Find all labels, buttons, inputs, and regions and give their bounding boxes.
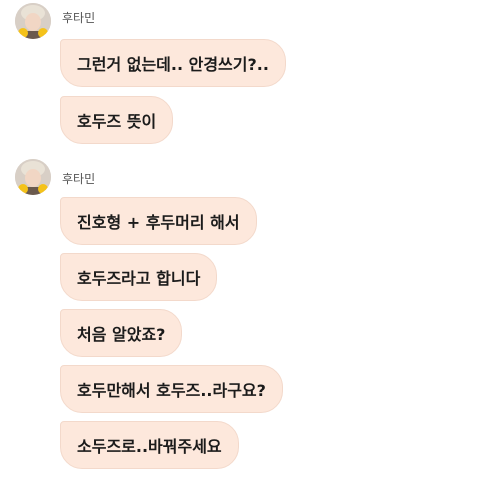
message-bubble[interactable]: 호두즈 뜻이 <box>60 96 174 144</box>
avatar-image <box>15 3 51 39</box>
message-bubble[interactable]: 소두즈로..바꿔주세요 <box>60 421 239 469</box>
message-bubble[interactable]: 처음 알았죠? <box>60 309 183 357</box>
avatar[interactable] <box>15 159 51 195</box>
message-bubble[interactable]: 호두만해서 호두즈..라구요? <box>60 365 283 413</box>
message-bubble[interactable]: 그런거 없는데.. 안경쓰기?.. <box>60 39 286 87</box>
sender-name: 후타민 <box>62 11 96 25</box>
message-bubble[interactable]: 호두즈라고 합니다 <box>60 253 218 301</box>
message-bubble[interactable]: 진호형 + 후두머리 해서 <box>60 197 257 245</box>
sender-name: 후타민 <box>62 172 96 186</box>
avatar[interactable] <box>15 3 51 39</box>
avatar-image <box>15 159 51 195</box>
